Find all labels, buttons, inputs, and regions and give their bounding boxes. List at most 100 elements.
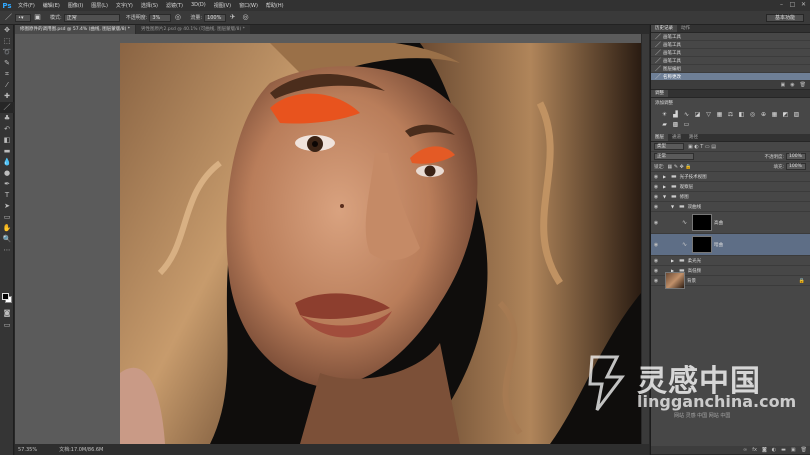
adjustment-layer-icon[interactable]: ◐ (772, 447, 776, 453)
black-white-icon[interactable]: ◧ (736, 110, 747, 120)
group-icon[interactable]: ▬ (781, 447, 786, 453)
airbrush-icon[interactable]: ✈ (228, 13, 237, 22)
history-item[interactable]: ／画笔工具 (651, 57, 810, 65)
type-tool-icon[interactable]: T (0, 190, 14, 201)
visibility-eye-icon[interactable]: ◉ (651, 258, 661, 264)
quick-mask-icon[interactable]: ◙ (0, 308, 14, 319)
color-balance-icon[interactable]: ⚖ (725, 110, 736, 120)
expand-arrow-icon[interactable]: ▶ (663, 174, 668, 179)
lock-icons[interactable]: ▦ ✎ ✥ 🔒 (668, 164, 692, 170)
hand-tool-icon[interactable]: ✋ (0, 223, 14, 234)
channel-mixer-icon[interactable]: ⊕ (758, 110, 769, 120)
trash-icon[interactable]: 🗑 (800, 82, 806, 88)
shape-tool-icon[interactable]: ▭ (0, 212, 14, 223)
new-document-icon[interactable]: ▣ (781, 82, 786, 88)
layer-row[interactable]: ◉ ∿ 高曲 (651, 212, 810, 234)
lasso-tool-icon[interactable]: ➰ (0, 47, 14, 58)
menu-item[interactable]: 编辑(E) (39, 2, 64, 9)
hue-saturation-icon[interactable]: ▦ (714, 110, 725, 120)
more-tools-icon[interactable]: ⋯ (0, 245, 14, 256)
brush-tool-icon[interactable]: ／ (0, 102, 14, 113)
pen-tool-icon[interactable]: ✒ (0, 179, 14, 190)
menu-item[interactable]: 3D(D) (187, 2, 210, 9)
expand-arrow-icon[interactable]: ▶ (663, 184, 668, 189)
quick-select-icon[interactable]: ✎ (0, 58, 14, 69)
history-item[interactable]: ／名称更改 (651, 73, 810, 81)
pressure-size-icon[interactable]: ◎ (241, 13, 250, 22)
visibility-eye-icon[interactable]: ◉ (651, 204, 661, 210)
history-item[interactable]: ／画笔工具 (651, 33, 810, 41)
layer-row[interactable]: ◉ ∿ 暗曲 (651, 234, 810, 256)
layer-row[interactable]: ◉ ▶ ▬ 柔光光 (651, 256, 810, 266)
menu-item[interactable]: 图层(L) (87, 2, 112, 9)
foreground-color[interactable] (2, 293, 9, 300)
blur-tool-icon[interactable]: 💧 (0, 157, 14, 168)
layer-row[interactable]: ◉ ▶ ▬ 光子技术视图 (651, 172, 810, 182)
layer-row[interactable]: ◉ ▼ ▬ 双曲线 (651, 202, 810, 212)
delete-layer-icon[interactable]: 🗑 (801, 447, 807, 453)
menu-item[interactable]: 文件(F) (14, 2, 39, 9)
document-tab[interactable]: 男性图原片2.psd @ 40.1% (可曲线, 图层蒙版/8) * (136, 25, 250, 34)
crop-tool-icon[interactable]: ⌗ (0, 69, 14, 80)
gradient-icon[interactable]: ▬ (0, 146, 14, 157)
visibility-eye-icon[interactable]: ◉ (651, 184, 661, 190)
menu-item[interactable]: 视图(V) (210, 2, 235, 9)
mode-select[interactable]: 正常 (63, 13, 120, 22)
panel-tab[interactable]: 历史记录 (651, 25, 677, 32)
fill-input[interactable]: 100% (786, 163, 806, 170)
expand-arrow-icon[interactable]: ▶ (671, 258, 676, 263)
history-item[interactable]: ／图层编组 (651, 65, 810, 73)
healing-brush-icon[interactable]: ✚ (0, 91, 14, 102)
visibility-eye-icon[interactable]: ◉ (651, 278, 661, 284)
invert-icon[interactable]: ◩ (780, 110, 791, 120)
levels-icon[interactable]: ▟ (670, 110, 681, 120)
opacity-input[interactable]: 3% (149, 13, 172, 22)
posterize-icon[interactable]: ▨ (791, 110, 802, 120)
visibility-eye-icon[interactable]: ◉ (651, 194, 661, 200)
portrait-image[interactable] (120, 43, 641, 444)
visibility-eye-icon[interactable]: ◉ (651, 242, 661, 248)
blend-mode-select[interactable]: 正常 (654, 153, 694, 160)
link-icon[interactable]: ∞ (743, 447, 747, 453)
dodge-tool-icon[interactable]: ● (0, 168, 14, 179)
color-lookup-icon[interactable]: ▦ (769, 110, 780, 120)
eyedropper-icon[interactable]: ⁄ (0, 80, 14, 91)
panel-tab[interactable]: 路径 (685, 134, 702, 141)
document-tab[interactable]: 修图原件的调用图.psd @ 57.4% (曲线, 图层蒙版/8) * (15, 25, 136, 34)
layer-row[interactable]: ◉ ▼ ▬ 修图 (651, 192, 810, 202)
history-brush-icon[interactable]: ↶ (0, 124, 14, 135)
history-item[interactable]: ／画笔工具 (651, 41, 810, 49)
eraser-icon[interactable]: ◧ (0, 135, 14, 146)
screen-mode-icon[interactable]: ▭ (0, 320, 14, 331)
exposure-icon[interactable]: ◪ (692, 110, 703, 120)
close-icon[interactable]: ✕ (799, 1, 808, 9)
menu-item[interactable]: 滤镜(T) (162, 2, 187, 9)
layer-opacity-input[interactable]: 100% (786, 153, 806, 160)
brush-panel-icon[interactable]: ▣ (33, 13, 42, 22)
maximize-icon[interactable]: □ (788, 1, 797, 9)
path-select-icon[interactable]: ➤ (0, 201, 14, 212)
menu-item[interactable]: 文字(Y) (112, 2, 137, 9)
layer-row[interactable]: ◉ ▶ ▬ 观察层 (651, 182, 810, 192)
vibrance-icon[interactable]: ▽ (703, 110, 714, 120)
collapse-arrow-icon[interactable]: ▼ (663, 194, 668, 199)
visibility-eye-icon[interactable]: ◉ (651, 268, 661, 274)
filter-icons[interactable]: ▣ ◐ T ▭ ▤ (688, 144, 716, 150)
pressure-opacity-icon[interactable]: ◎ (173, 13, 182, 22)
snapshot-icon[interactable]: ◉ (790, 82, 794, 88)
layer-row[interactable]: ◉ 背景 🔒 (651, 272, 810, 289)
brush-size-picker[interactable]: •▾ (15, 13, 31, 22)
mask-icon[interactable]: ◙ (762, 447, 767, 453)
history-item[interactable]: ／画笔工具 (651, 49, 810, 57)
selective-color-icon[interactable]: ▩ (670, 120, 681, 130)
brush-tool-icon[interactable]: ／ (4, 13, 13, 22)
layer-filter-select[interactable]: 类型 (654, 143, 684, 150)
move-tool-icon[interactable]: ✥ (0, 25, 14, 36)
clone-stamp-icon[interactable]: ♣ (0, 113, 14, 124)
gradient-map-icon[interactable]: ▭ (681, 120, 692, 130)
panel-tab[interactable]: 图层 (651, 134, 668, 141)
flow-input[interactable]: 100% (204, 13, 227, 22)
panel-tab[interactable]: 通道 (668, 134, 685, 141)
layer-thumbnail[interactable] (665, 272, 685, 289)
panel-tab[interactable]: 调整 (651, 90, 668, 97)
